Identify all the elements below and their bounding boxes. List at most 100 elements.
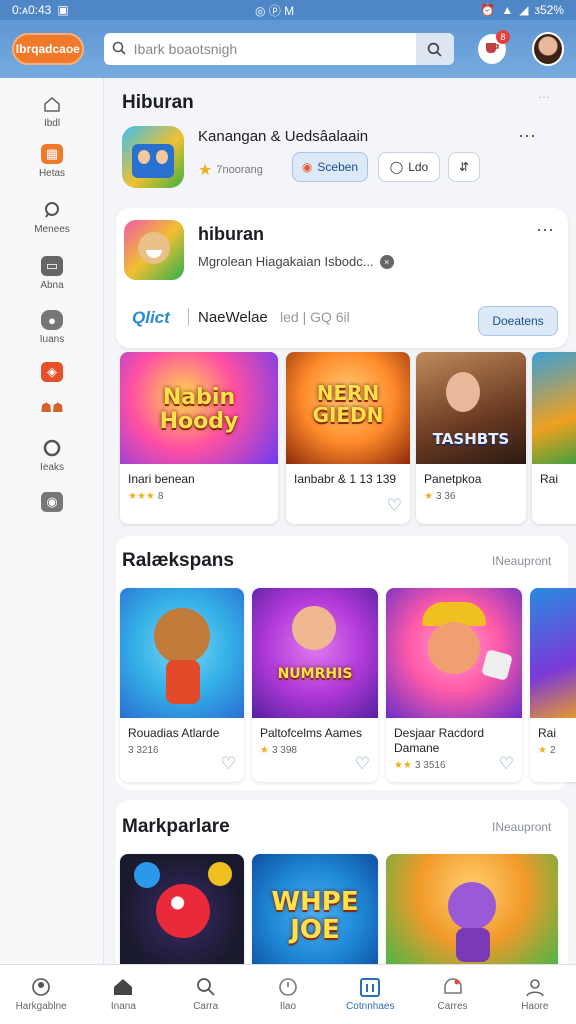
game-card[interactable] (386, 854, 558, 964)
sidebar-item-games[interactable]: ◈ (0, 362, 104, 382)
app-secondary-button[interactable]: ◯ Ldo (378, 152, 440, 182)
game-card[interactable]: NUMRHIS Paltofcelms Aames ★ 3 398 ♡ (252, 588, 378, 782)
comment-icon: ● (41, 310, 63, 330)
star-icon: ★★★ (128, 491, 155, 502)
star-icon: ★ (424, 491, 433, 502)
search-icon (112, 41, 126, 58)
sidebar-item-menees[interactable]: Menees (0, 200, 104, 235)
bottom-navigation: Harkgablne Inana Carra Ilao Cotnnhaes Ca… (0, 964, 576, 1024)
game-card[interactable]: Rai ★ 2 (530, 588, 576, 782)
featured-brand-logo: Qlict (132, 308, 170, 327)
store-icon (359, 977, 381, 997)
battery-level: ᴣ52% (534, 3, 564, 17)
game-icon (442, 977, 464, 997)
see-all-link[interactable]: INeaupront (492, 554, 551, 568)
star-icon: ★ (538, 745, 547, 756)
game-card[interactable]: NERN GIEDN Ianbabr & 1 13 139 ♡ (286, 352, 410, 524)
game-art[interactable] (532, 352, 576, 464)
see-all-link[interactable]: INeaupront (492, 820, 551, 834)
heart-icon[interactable]: ♡ (499, 754, 514, 774)
game-rating-value: 2 (549, 745, 556, 756)
nav-item-inana[interactable]: Inana (82, 965, 164, 1024)
game-card[interactable]: Nabin Hoody Inari benean ★★★ 8 (120, 352, 278, 524)
nav-item-carres[interactable]: Carres (411, 965, 493, 1024)
game-art[interactable]: TASHBTS (416, 352, 526, 464)
featured-tag-extra: led | GQ 6il (280, 309, 350, 325)
app-row[interactable]: Kanangan & Uedsâalaain ★ 7noorang ◉ Sceb… (122, 126, 538, 188)
sidebar-item-label: Ibdl (43, 118, 61, 129)
sidebar-item-camera[interactable]: ◉ (0, 492, 104, 512)
heart-icon[interactable]: ♡ (387, 496, 402, 516)
sidebar-item-home[interactable]: Ibdl (0, 94, 104, 129)
app-rating-text: 7noorang (216, 164, 263, 176)
game-art[interactable] (386, 588, 522, 718)
featured-card[interactable]: hiburan Mgrolean Hiagakaian Isbodc... × … (116, 208, 568, 348)
game-card[interactable]: Rouadias Atlarde 3 3216 ♡ (120, 588, 244, 782)
game-card[interactable] (120, 854, 244, 964)
game-art-text: Nabin Hoody (159, 385, 239, 434)
sidebar-item-iuans[interactable]: ● Iuans (0, 310, 104, 345)
main-content: Hiburan ⋯ Kanangan & Uedsâalaain ★ 7noor… (104, 78, 576, 964)
nav-item-carra[interactable]: Carra (165, 965, 247, 1024)
share-button[interactable]: ⇵ (448, 152, 480, 182)
game-rating-value: 3 36 (435, 491, 456, 502)
game-rating-value: 3 3516 (414, 760, 446, 771)
game-card[interactable]: WHPE JOE (252, 854, 378, 964)
game-art-text: NERN GIEDN (312, 381, 384, 427)
section-title-ralaekspans: Ralækspans (122, 550, 234, 571)
notification-button[interactable]: 8 (477, 30, 510, 64)
more-icon[interactable]: ⋯ (536, 220, 555, 241)
heart-icon[interactable]: ♡ (221, 754, 236, 774)
heart-icon[interactable]: ♡ (355, 754, 370, 774)
game-art[interactable]: NERN GIEDN (286, 352, 410, 464)
info-icon[interactable]: × (379, 254, 394, 269)
app-name: Kanangan & Uedsâalaain (198, 128, 369, 145)
game-title: Rai (540, 472, 559, 486)
nav-label: Cotnnhaes (346, 1001, 395, 1012)
game-art[interactable]: NUMRHIS (252, 588, 378, 718)
app-icon[interactable] (122, 126, 184, 188)
game-art[interactable] (530, 588, 576, 718)
nav-item-ilao[interactable]: Ilao (247, 965, 329, 1024)
person-circle-icon (31, 977, 51, 997)
search-bar[interactable]: Ibark boaotsnigh (103, 33, 454, 65)
nav-item-haore[interactable]: Haore (494, 965, 576, 1024)
nav-item-cotnnhaes[interactable]: Cotnnhaes (329, 965, 411, 1024)
featured-action-label: Doeatens (492, 314, 544, 328)
game-art[interactable] (386, 854, 558, 964)
game-title: Rai (538, 726, 557, 740)
nav-label: Inana (110, 1001, 136, 1012)
wifi-icon: ▲ (501, 3, 514, 17)
sidebar-item-abna[interactable]: ▭ Abna (0, 256, 104, 291)
home-outline-icon (41, 94, 63, 114)
notification-badge: 8 (495, 30, 510, 44)
user-avatar[interactable] (531, 32, 565, 66)
sidebar-item-ieaks[interactable]: Ieaks (0, 438, 104, 473)
game-card[interactable]: Rai (532, 352, 576, 524)
featured-action-button[interactable]: Doeatens (478, 306, 558, 336)
status-time: 0:ᴀ0:43 (12, 3, 52, 17)
more-icon[interactable]: ⋯ (538, 90, 551, 104)
game-art[interactable] (120, 854, 244, 964)
more-icon[interactable]: ⋯ (518, 126, 537, 147)
game-rating: ★★★ 8 (120, 487, 278, 506)
search-submit-button[interactable] (415, 33, 454, 65)
sidebar-item-label: Abna (40, 280, 64, 291)
game-rating-value: 3 3216 (128, 745, 159, 756)
app-primary-button[interactable]: ◉ Sceben (292, 152, 368, 182)
game-card[interactable]: Desjaar Racdord Damane ★★ 3 3516 ♡ (386, 588, 522, 782)
brand-button[interactable]: Ibrqadcaoe (12, 33, 84, 65)
sidebar-item-hetas[interactable]: ▦ Hetas (0, 144, 104, 179)
game-art[interactable] (120, 588, 244, 718)
featured-app-icon[interactable] (124, 220, 184, 280)
nav-label: Haore (521, 1001, 549, 1012)
game-art[interactable]: WHPE JOE (252, 854, 378, 964)
game-card[interactable]: TASHBTS Panetpkoa ★ 3 36 (416, 352, 526, 524)
nav-item-harkgablne[interactable]: Harkgablne (0, 965, 82, 1024)
search-placeholder[interactable]: Ibark boaotsnigh (134, 41, 238, 57)
search-icon (41, 200, 63, 220)
game-art-text: TASHBTS (432, 430, 510, 448)
sidebar-item-people[interactable]: ☗☗ (0, 398, 104, 418)
nav-label: Harkgablne (15, 1001, 67, 1012)
game-art[interactable]: Nabin Hoody (120, 352, 278, 464)
